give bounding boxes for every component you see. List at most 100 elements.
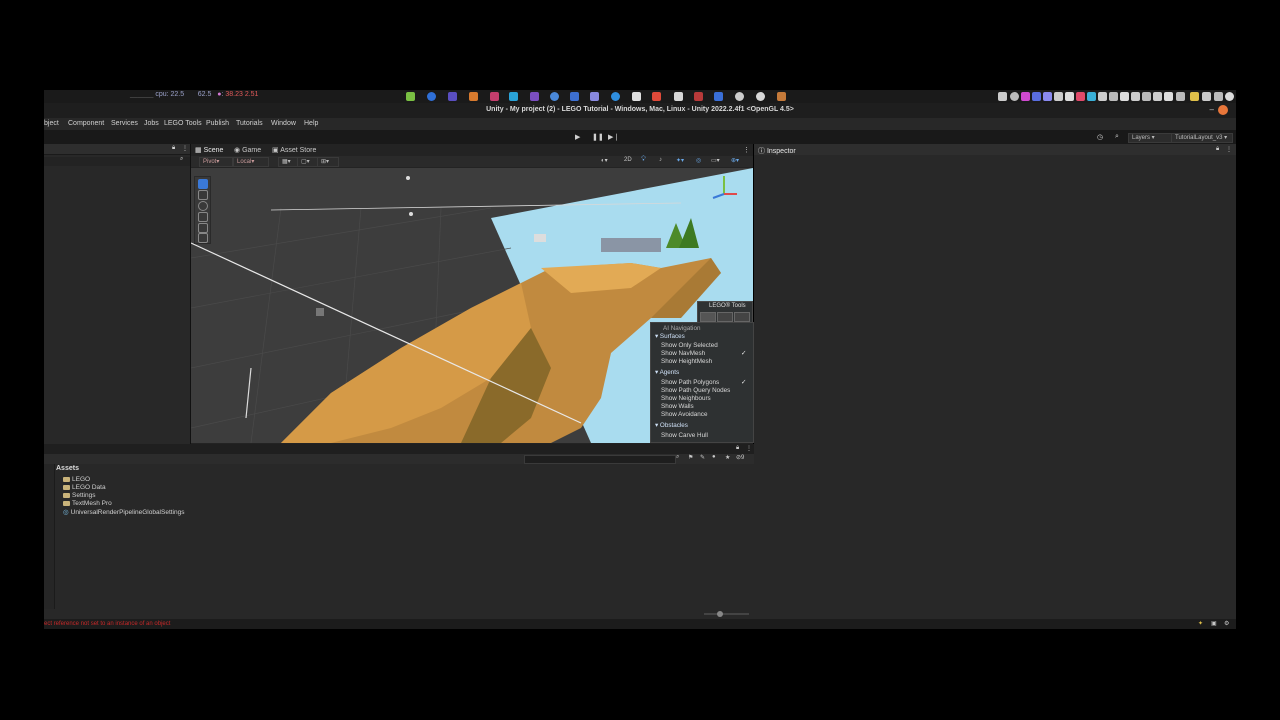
snap-increment-dropdown[interactable]: ▢▾ — [297, 157, 319, 167]
agents-foldout[interactable]: ▾ Agents — [655, 369, 679, 376]
vscode-icon[interactable] — [509, 92, 518, 101]
star-icon[interactable]: ★ — [725, 454, 730, 461]
tray-icon-4[interactable] — [1032, 92, 1041, 101]
menu-services[interactable]: Services — [111, 120, 138, 127]
camera-icon[interactable]: ▭▾ — [711, 157, 720, 164]
settings-icon[interactable] — [735, 92, 744, 101]
tray-icon-20[interactable] — [1214, 92, 1223, 101]
tray-icon-2[interactable] — [1010, 92, 1019, 101]
pause-icon[interactable]: ❚❚ — [592, 133, 604, 141]
tray-icon-9[interactable] — [1087, 92, 1096, 101]
local-dropdown[interactable]: Local▾ — [233, 157, 269, 167]
lighting-icon[interactable]: 💡︎ — [641, 156, 646, 164]
show-walls-toggle[interactable]: Show Walls — [661, 403, 694, 410]
asset-urp-settings[interactable]: ◎ UniversalRenderPipelineGlobalSettings — [63, 508, 185, 516]
tray-icon-11[interactable] — [1109, 92, 1118, 101]
app-grid-icon[interactable] — [406, 92, 415, 101]
menu-gameobject[interactable]: bject — [44, 120, 59, 127]
tray-icon-14[interactable] — [1142, 92, 1151, 101]
hidden-packages-icon[interactable]: ⊘9 — [736, 454, 744, 461]
power-icon[interactable] — [1225, 92, 1234, 101]
audio-icon[interactable]: ♪ — [659, 157, 662, 163]
status-settings-icon[interactable]: ⚙ — [1224, 620, 1229, 627]
show-avoidance-toggle[interactable]: Show Avoidance — [661, 411, 707, 418]
show-carve-hull-toggle[interactable]: Show Carve Hull — [661, 432, 708, 439]
pivot-dropdown[interactable]: Pivot▾ — [199, 157, 233, 167]
snap-dropdown[interactable]: ⊞▾ — [317, 157, 339, 167]
hidden-objects-icon[interactable]: ◎ — [696, 157, 701, 164]
tray-icon-16[interactable] — [1164, 92, 1173, 101]
view-tool-icon[interactable] — [198, 179, 208, 189]
app-icon-4[interactable] — [469, 92, 478, 101]
app-icon-16[interactable] — [714, 92, 723, 101]
app-icon-15[interactable] — [694, 92, 703, 101]
project-more-icon[interactable]: ⋮ — [746, 445, 752, 452]
tray-icon-17[interactable] — [1176, 92, 1185, 101]
tray-icon-5[interactable] — [1043, 92, 1052, 101]
inspector-lock-icon[interactable]: 🔒︎ — [1216, 146, 1219, 153]
surfaces-foldout[interactable]: ▾ Surfaces — [655, 333, 685, 340]
app-icon-10[interactable] — [590, 92, 599, 101]
info-icon[interactable]: ● — [712, 454, 716, 460]
app-icon-9[interactable] — [570, 92, 579, 101]
layers-dropdown[interactable]: Layers ▾ — [1128, 133, 1174, 143]
hierarchy-search-icon[interactable]: ⌕ — [180, 156, 183, 163]
layout-dropdown[interactable]: TutorialLayout_v3 ▾ — [1171, 133, 1233, 143]
hierarchy-search[interactable] — [44, 157, 190, 166]
show-heightmesh-toggle[interactable]: Show HeightMesh — [661, 358, 712, 365]
show-path-polygons-toggle[interactable]: Show Path Polygons — [661, 379, 719, 386]
scale-tool-icon[interactable] — [198, 212, 208, 222]
show-neighbours-toggle[interactable]: Show Neighbours — [661, 395, 711, 402]
menu-tutorials[interactable]: Tutorials — [236, 120, 263, 127]
tray-icon-8[interactable] — [1076, 92, 1085, 101]
rotate-tool-icon[interactable] — [198, 201, 208, 211]
menu-window[interactable]: Window — [271, 120, 296, 127]
gizmos-icon[interactable]: ⊕▾ — [731, 157, 739, 164]
lego-tool-button-2[interactable] — [717, 312, 733, 322]
tray-icon-13[interactable] — [1131, 92, 1140, 101]
tab-inspector[interactable]: ⓘ Inspector — [758, 146, 796, 156]
show-navmesh-toggle[interactable]: Show NavMesh — [661, 350, 705, 357]
move-tool-icon[interactable] — [198, 190, 208, 200]
app-icon-3[interactable] — [448, 92, 457, 101]
zoom-slider-thumb[interactable] — [717, 611, 723, 617]
lego-tool-button-1[interactable] — [700, 312, 716, 322]
zoom-slider[interactable] — [704, 613, 749, 615]
menu-publish[interactable]: Publish — [206, 120, 229, 127]
minimize-icon[interactable]: – — [1210, 105, 1214, 114]
more-icon[interactable]: ⋮ — [182, 145, 188, 152]
tray-icon-15[interactable] — [1153, 92, 1162, 101]
app-icon-8[interactable] — [550, 92, 559, 101]
asset-folder-textmesh-pro[interactable]: TextMesh Pro — [63, 500, 112, 507]
menu-help[interactable]: Help — [304, 120, 318, 127]
play-icon[interactable]: ▶ — [575, 133, 580, 141]
search-by-label-icon[interactable]: ⚑ — [688, 454, 693, 461]
tray-icon-10[interactable] — [1098, 92, 1107, 101]
menu-component[interactable]: Component — [68, 120, 104, 127]
lock-icon[interactable]: 🔒︎ — [172, 145, 175, 152]
status-lighting-icon[interactable]: ✦ — [1198, 620, 1203, 627]
tray-icon-7[interactable] — [1065, 92, 1074, 101]
app-icon-12[interactable] — [632, 92, 641, 101]
tray-icon-18[interactable] — [1190, 92, 1199, 101]
menu-lego-tools[interactable]: LEGO Tools — [164, 120, 202, 127]
tray-icon-6[interactable] — [1054, 92, 1063, 101]
project-search[interactable] — [524, 455, 676, 464]
effects-icon[interactable]: ✦▾ — [676, 157, 684, 164]
project-lock-icon[interactable]: 🔒︎ — [736, 445, 739, 452]
browser-icon[interactable] — [427, 92, 436, 101]
app-icon-13[interactable] — [652, 92, 661, 101]
toggle-2d-button[interactable]: 2D — [624, 157, 632, 163]
shading-mode-icon[interactable]: ◐▾ — [601, 157, 608, 164]
asset-folder-settings[interactable]: Settings — [63, 492, 96, 499]
tab-scene[interactable]: ▦ Scene — [195, 146, 223, 154]
app-icon-19[interactable] — [777, 92, 786, 101]
obstacles-foldout[interactable]: ▾ Obstacles — [655, 422, 688, 429]
app-icon-14[interactable] — [674, 92, 683, 101]
history-icon[interactable]: ◷ — [1097, 133, 1103, 141]
asset-folder-lego-data[interactable]: LEGO Data — [63, 484, 106, 491]
tray-icon-19[interactable] — [1202, 92, 1211, 101]
inspector-more-icon[interactable]: ⋮ — [1226, 146, 1232, 153]
lego-tool-button-3[interactable] — [734, 312, 750, 322]
console-error-message[interactable]: ect reference not set to an instance of … — [44, 621, 170, 627]
